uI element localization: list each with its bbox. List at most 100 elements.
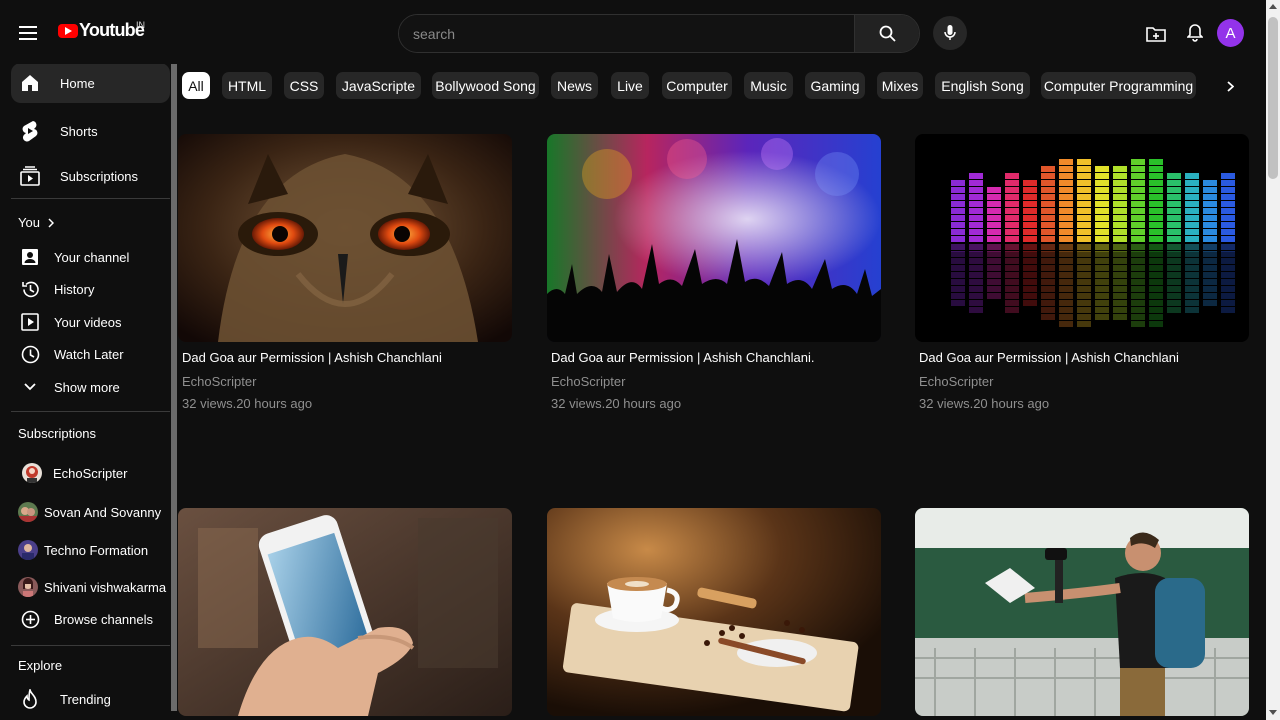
chip-bollywood-song[interactable]: Bollywood Song [432, 72, 539, 99]
chip-mixes[interactable]: Mixes [877, 72, 923, 99]
voice-search-button[interactable] [933, 16, 967, 50]
logo-play-icon [58, 23, 78, 38]
channel-avatar [22, 463, 42, 483]
sidebar-item-browse-channels[interactable]: Browse channels [11, 607, 170, 631]
play-square-icon [18, 310, 42, 334]
add-circle-icon [18, 607, 42, 631]
sidebar-item-label: Subscriptions [60, 168, 139, 184]
sidebar-sub-echoscripter[interactable]: EchoScripter [11, 461, 170, 485]
sidebar: Home Shorts Subscriptions You Your chann… [0, 64, 178, 720]
chips-next-button[interactable] [1219, 75, 1241, 97]
sidebar-sub-label: EchoScripter [53, 465, 128, 481]
video-card[interactable] [547, 508, 881, 716]
chip-html[interactable]: HTML [222, 72, 272, 99]
history-icon [18, 277, 42, 301]
video-channel[interactable]: EchoScripter [919, 374, 1249, 389]
menu-button[interactable] [14, 19, 42, 47]
chip-live[interactable]: Live [611, 72, 649, 99]
notifications-button[interactable] [1183, 20, 1207, 46]
sidebar-item-shorts[interactable]: Shorts [11, 119, 170, 143]
video-card[interactable]: Dad Goa aur Permission | Ashish Chanchla… [915, 134, 1249, 411]
sidebar-sub-label: Sovan And Sovanny [44, 504, 162, 520]
sidebar-item-show-more[interactable]: Show more [11, 375, 170, 399]
hamburger-icon [19, 26, 37, 40]
sidebar-item-your-videos[interactable]: Your videos [11, 310, 170, 334]
you-label: You [18, 215, 40, 230]
chip-english-song[interactable]: English Song [935, 72, 1030, 99]
video-channel[interactable]: EchoScripter [551, 374, 881, 389]
bell-icon [1187, 24, 1203, 42]
sidebar-scrollbar[interactable] [171, 64, 177, 711]
chip-computer-programming[interactable]: Computer Programming [1041, 72, 1196, 99]
user-avatar[interactable]: A [1217, 19, 1244, 47]
chip-computer[interactable]: Computer [662, 72, 732, 99]
channel-avatar [18, 502, 38, 522]
create-button[interactable] [1143, 20, 1169, 46]
mic-icon [944, 25, 956, 40]
chip-css[interactable]: CSS [284, 72, 324, 99]
video-card[interactable]: Dad Goa aur Permission | Ashish Chanchla… [178, 134, 512, 411]
video-thumbnail[interactable] [915, 134, 1249, 342]
chip-news[interactable]: News [551, 72, 598, 99]
video-card[interactable] [178, 508, 512, 716]
video-thumbnail[interactable] [547, 134, 881, 342]
sidebar-sub-sovan-and-sovanny[interactable]: Sovan And Sovanny [11, 500, 170, 524]
home-icon [18, 71, 42, 95]
fire-icon [18, 687, 42, 711]
sidebar-item-history[interactable]: History [11, 277, 170, 301]
region-code: IN [136, 20, 145, 30]
logo-text: Youtube [79, 20, 145, 40]
video-meta: 32 views.20 hours ago [551, 396, 682, 411]
video-title[interactable]: Dad Goa aur Permission | Ashish Chanchla… [919, 350, 1249, 365]
video-title[interactable]: Dad Goa aur Permission | Ashish Chanchla… [182, 350, 512, 365]
sidebar-item-watch-later[interactable]: Watch Later [11, 342, 170, 366]
page-scrollbar-thumb[interactable] [1268, 17, 1278, 179]
search-button[interactable] [854, 15, 919, 52]
sidebar-sub-label: Techno Formation [44, 542, 149, 558]
video-card[interactable] [915, 508, 1249, 716]
video-card[interactable]: Dad Goa aur Permission | Ashish Chanchla… [547, 134, 881, 411]
sidebar-item-your-channel[interactable]: Your channel [11, 245, 170, 269]
chevron-right-icon [48, 217, 54, 228]
video-meta: 32 views.20 hours ago [182, 396, 313, 411]
scroll-down-arrow-icon[interactable] [1269, 710, 1277, 715]
search-input[interactable] [399, 15, 854, 52]
chip-javascripte[interactable]: JavaScripte [336, 72, 421, 99]
sidebar-item-trending[interactable]: Trending [11, 687, 170, 711]
chip-music[interactable]: Music [744, 72, 793, 99]
clock-icon [18, 342, 42, 366]
video-title[interactable]: Dad Goa aur Permission | Ashish Chanchla… [551, 350, 881, 365]
video-thumbnail[interactable] [547, 508, 881, 716]
sidebar-sub-shivani-vishwakarma[interactable]: Shivani vishwakarma [11, 575, 170, 599]
you-section-header[interactable]: You [18, 215, 54, 230]
sidebar-item-subscriptions[interactable]: Subscriptions [11, 164, 170, 188]
chip-gaming[interactable]: Gaming [805, 72, 865, 99]
explore-section-header: Explore [18, 658, 63, 673]
chevron-right-icon [1226, 80, 1234, 92]
scroll-up-arrow-icon[interactable] [1269, 4, 1277, 9]
sidebar-item-home[interactable]: Home [11, 64, 170, 103]
account-box-icon [18, 245, 42, 269]
sidebar-item-label: Home [60, 75, 95, 91]
sidebar-divider [11, 645, 170, 646]
sidebar-item-label: Your videos [54, 314, 122, 330]
video-channel[interactable]: EchoScripter [182, 374, 512, 389]
video-thumbnail[interactable] [915, 508, 1249, 716]
sidebar-item-label: Trending [60, 691, 111, 707]
chip-all[interactable]: All [182, 72, 210, 99]
youtube-logo[interactable]: Youtube [58, 20, 145, 41]
video-add-icon [1146, 26, 1166, 42]
sidebar-item-label: Watch Later [54, 346, 124, 362]
sidebar-item-label: Your channel [54, 249, 130, 265]
video-meta: 32 views.20 hours ago [919, 396, 1050, 411]
top-header: Youtube IN A [0, 0, 1266, 64]
chevron-down-icon [18, 375, 42, 399]
subscriptions-icon [18, 164, 42, 188]
search-icon [879, 25, 896, 42]
video-thumbnail[interactable] [178, 134, 512, 342]
video-thumbnail[interactable] [178, 508, 512, 716]
sidebar-item-label: History [54, 281, 95, 297]
sidebar-item-label: Shorts [60, 123, 98, 139]
sidebar-sub-techno-formation[interactable]: Techno Formation [11, 538, 170, 562]
shorts-icon [18, 119, 42, 143]
